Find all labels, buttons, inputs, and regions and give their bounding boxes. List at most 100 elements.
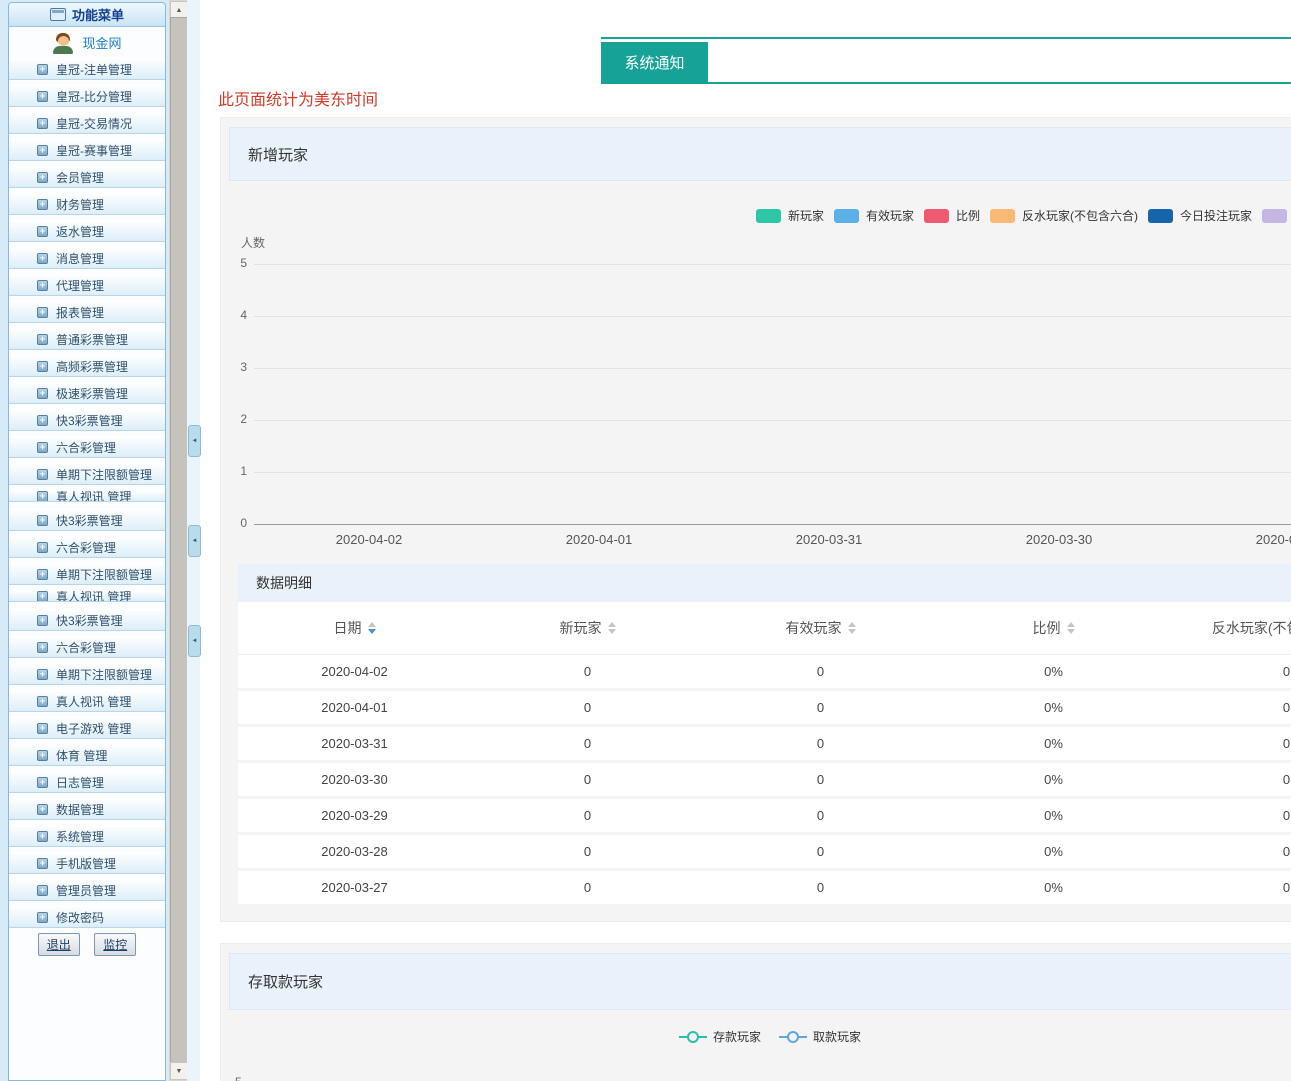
column-header[interactable]: 有效玩家 [704,602,937,654]
table-cell: 0 [1170,871,1291,904]
sidebar-item[interactable]: +日志管理 [9,771,165,793]
expand-plus-icon: + [37,469,48,480]
tab-system-notice[interactable]: 系统通知 [601,42,708,82]
scrollbar-thumb[interactable] [170,17,188,1064]
line-marker-icon [679,1031,707,1043]
sidebar-scrollbar[interactable]: ▲ ▼ [169,0,187,1081]
sort-icon [368,622,376,634]
table-cell: 0% [937,655,1170,688]
collapse-left-icon[interactable]: ◄ [188,525,201,557]
sidebar-item[interactable]: +普通彩票管理 [9,328,165,350]
legend-label: 存款玩家 [713,1028,761,1045]
sidebar-item[interactable]: +手机版管理 [9,852,165,874]
sidebar-item[interactable]: +财务管理 [9,193,165,215]
tabbar-bottom-line [601,82,1291,84]
sidebar-item-label: 电子游戏 管理 [56,720,131,737]
column-header[interactable]: 比例 [937,602,1170,654]
expand-plus-icon: + [37,615,48,626]
expand-plus-icon: + [37,280,48,291]
line-marker-icon [779,1031,807,1043]
sidebar-item[interactable]: + 皇冠-比分管理 [9,85,165,107]
column-header-label: 日期 [334,618,362,638]
expand-plus-icon: + [37,91,48,102]
sidebar-item-label: 真人视讯 管理 [56,490,131,502]
table-cell: 0 [471,655,704,688]
sidebar-item[interactable]: +电子游戏 管理 [9,717,165,739]
sidebar-item[interactable]: +管理员管理 [9,879,165,901]
sidebar-item-label: 皇冠-赛事管理 [56,142,132,159]
column-header[interactable]: 新玩家 [471,602,704,654]
table-cell: 2020-04-02 [238,655,471,688]
sidebar-item[interactable]: +极速彩票管理 [9,382,165,404]
logout-button[interactable]: 退出 [38,933,80,956]
y-axis-label: 人数 [241,234,265,251]
sidebar-item[interactable]: +快3彩票管理 [9,609,165,631]
expand-plus-icon: + [37,912,48,923]
sidebar-item-label: 六合彩管理 [56,439,116,456]
column-header-label: 比例 [1033,618,1061,638]
collapse-left-icon[interactable]: ◄ [188,425,201,457]
sidebar: 功能菜单 现金网 +皇冠-注单管理+皇冠-比分管理+皇冠-交易情况+皇冠-赛事管… [0,0,200,1081]
sidebar-item[interactable]: +单期下注限额管理 [9,463,165,485]
sidebar-item-label: 手机版管理 [56,855,116,872]
table-cell: 0 [704,655,937,688]
sidebar-item[interactable]: +单期下注限额管理 [9,563,165,585]
column-header[interactable]: 日期 [238,602,471,654]
legend-circle [787,1031,799,1043]
gridline [254,368,1291,369]
sidebar-item[interactable]: +体育 管理 [9,744,165,766]
panel-new-players: 新增玩家 新玩家有效玩家比例反水玩家(不包含六合)今日投注玩家电 人数 5432… [220,117,1291,922]
sidebar-item[interactable]: +返水管理 [9,220,165,242]
legend-item[interactable]: 取款玩家 [779,1028,861,1045]
detail-table-body: 2020-04-02000%02020-04-01000%02020-03-31… [238,655,1291,907]
detail-table-header: 日期 新玩家有效玩家 比例 反水玩家(不包含六合) [238,602,1291,655]
sidebar-item-label: 管理员管理 [56,882,116,899]
sidebar-item[interactable]: +快3彩票管理 [9,409,165,431]
x-axis-tick: 2020-03-29 [1229,532,1291,547]
sidebar-item[interactable]: +皇冠-赛事管理 [9,139,165,161]
table-cell: 0 [704,763,937,796]
sidebar-item[interactable]: +快3彩票管理 [9,509,165,531]
sidebar-item[interactable]: +六合彩管理 [9,436,165,458]
expand-plus-icon: + [37,226,48,237]
sidebar-item[interactable]: +会员管理 [9,166,165,188]
sidebar-item-label: 皇冠-比分管理 [56,88,132,105]
sidebar-item[interactable]: +真人视讯 管理 [9,690,165,712]
column-header[interactable]: 反水玩家(不包含六合) [1170,602,1291,654]
gridline [254,420,1291,421]
x-axis-tick: 2020-04-01 [539,532,659,547]
sidebar-item-label: 六合彩管理 [56,539,116,556]
sidebar-item[interactable]: +真人视讯 管理 [9,590,165,602]
table-row: 2020-04-02000%0 [238,655,1291,688]
sidebar-item[interactable]: +皇冠-注单管理 [9,58,165,80]
sidebar-item[interactable]: +六合彩管理 [9,636,165,658]
sidebar-item[interactable]: +单期下注限额管理 [9,663,165,685]
sidebar-item[interactable]: +六合彩管理 [9,536,165,558]
sidebar-item[interactable]: +消息管理 [9,247,165,269]
table-row: 2020-03-29000%0 [238,799,1291,832]
table-cell: 0% [937,691,1170,724]
sidebar-item[interactable]: +高频彩票管理 [9,355,165,377]
legend-item[interactable]: 存款玩家 [679,1028,761,1045]
sidebar-item[interactable]: +代理管理 [9,274,165,296]
expand-plus-icon: + [37,515,48,526]
sort-asc-arrow [1067,622,1075,627]
monitor-button[interactable]: 监控 [94,933,136,956]
table-cell: 0 [471,835,704,868]
deposit-chart-legend: 存款玩家 取款玩家 [679,1028,861,1045]
scroll-down-arrow-icon[interactable]: ▼ [170,1062,188,1080]
sidebar-item[interactable]: +修改密码 [9,906,165,928]
table-cell: 0 [704,871,937,904]
sidebar-item[interactable]: +皇冠-交易情况 [9,112,165,134]
sidebar-item[interactable]: +报表管理 [9,301,165,323]
table-cell: 0 [1170,727,1291,760]
table-cell: 0 [471,763,704,796]
sort-desc-arrow [608,629,616,634]
table-cell: 0% [937,763,1170,796]
sidebar-item[interactable]: +数据管理 [9,798,165,820]
sidebar-item[interactable]: +系统管理 [9,825,165,847]
table-row: 2020-03-27000%0 [238,871,1291,904]
expand-plus-icon: + [37,64,48,75]
sidebar-item[interactable]: +真人视讯 管理 [9,490,165,502]
collapse-left-icon[interactable]: ◄ [188,625,201,657]
